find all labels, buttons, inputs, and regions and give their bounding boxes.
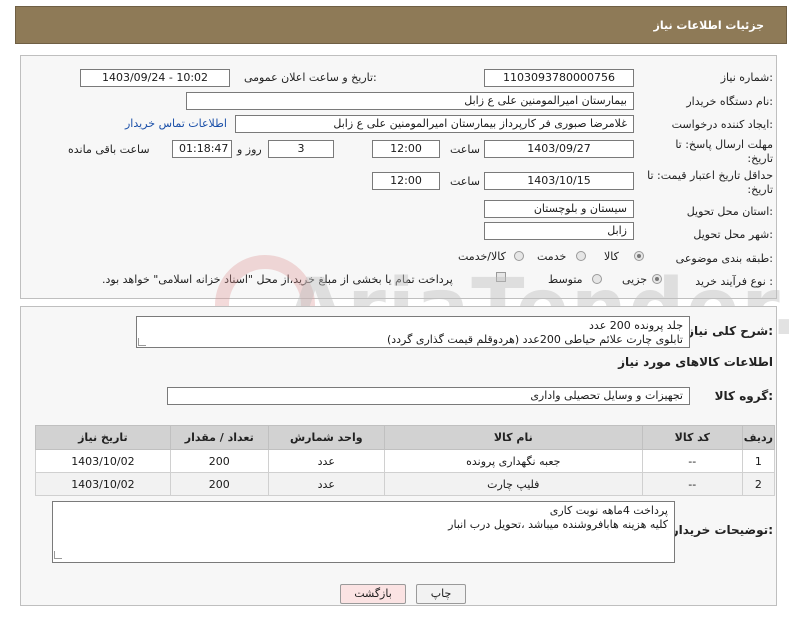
- announce-datetime-field: 1403/09/24 - 10:02: [80, 69, 230, 87]
- col-date-header: تاریخ نیاز: [35, 425, 171, 450]
- reply-deadline-time-field: 12:00: [372, 140, 440, 158]
- buyer-notes-textarea[interactable]: پرداخت 4ماهه نوبت کاری کلیه هزینه هابافر…: [52, 501, 675, 563]
- requester-field: غلامرضا صبوری فر کارپرداز بیمارستان امیر…: [235, 115, 634, 133]
- category-goods-service-label: کالا/خدمت: [458, 250, 506, 263]
- item-code: --: [641, 472, 743, 496]
- treasury-payment-checkbox[interactable]: [496, 272, 506, 282]
- goods-group-field: تجهیزات و وسایل تحصیلی واداری: [167, 387, 690, 405]
- reply-deadline-date-field: 1403/09/27: [484, 140, 634, 158]
- page-title: جزئیات اطلاعات نیاز: [653, 19, 765, 32]
- page-header: جزئیات اطلاعات نیاز: [15, 6, 787, 44]
- buyer-org-field: بیمارستان امیرالمومنین علی ع زابل: [186, 92, 634, 110]
- item-need-date: 1403/10/02: [35, 449, 171, 473]
- item-unit: عدد: [267, 472, 385, 496]
- goods-table: ردیف کد کالا نام کالا واحد شمارش تعداد /…: [35, 425, 776, 496]
- price-validity-date-field: 1403/10/15: [484, 172, 634, 190]
- purchase-medium-radio[interactable]: [592, 274, 602, 284]
- remaining-time-field: 01:18:47: [172, 140, 232, 158]
- item-name: فلیپ چارت: [383, 472, 643, 496]
- row-number: 2: [741, 472, 776, 496]
- item-unit: عدد: [267, 449, 385, 473]
- buyer-org-label: نام دستگاه خریدار:: [686, 95, 773, 108]
- row-number: 1: [741, 449, 776, 473]
- need-number-field: 1103093780000756: [484, 69, 634, 87]
- print-button[interactable]: چاپ: [416, 584, 466, 604]
- announce-datetime-label: تاریخ و ساعت اعلان عمومی:: [244, 71, 377, 84]
- item-code: --: [641, 449, 743, 473]
- category-goods-radio[interactable]: [634, 251, 644, 261]
- remaining-time-label: ساعت باقی مانده: [68, 143, 150, 156]
- category-service-radio[interactable]: [576, 251, 586, 261]
- reply-deadline-label: مهلت ارسال پاسخ: تا تاریخ:: [675, 138, 773, 165]
- buyer-notes-resize-handle[interactable]: [54, 551, 62, 559]
- purchase-partial-radio[interactable]: [652, 274, 662, 284]
- buyer-contact-link[interactable]: اطلاعات تماس خریدار: [125, 117, 227, 130]
- description-resize-handle[interactable]: [138, 338, 146, 346]
- treasury-payment-note: پرداخت تمام یا بخشی از مبلغ خرید،از محل …: [102, 273, 453, 286]
- back-button[interactable]: بازگشت: [340, 584, 406, 604]
- col-name-header: نام کالا: [383, 425, 643, 450]
- buyer-notes-label: توضیحات خریدار:: [671, 523, 773, 537]
- col-qty-header: تعداد / مقدار: [169, 425, 269, 450]
- goods-info-title: اطلاعات کالاهای مورد نیاز: [618, 355, 773, 369]
- item-need-date: 1403/10/02: [35, 472, 171, 496]
- category-service-label: خدمت: [537, 250, 567, 263]
- goods-table-header: ردیف کد کالا نام کالا واحد شمارش تعداد /…: [35, 425, 776, 450]
- description-textarea[interactable]: جلد پرونده 200 عدد تابلوی چارت علائم حیا…: [136, 316, 690, 348]
- price-validity-time-label: ساعت: [450, 175, 480, 188]
- table-row: 2 -- فلیپ چارت عدد 200 1403/10/02: [35, 472, 776, 496]
- price-validity-label: حداقل تاریخ اعتبار قیمت: تا تاریخ:: [647, 169, 773, 196]
- need-number-label: شماره نیاز:: [720, 71, 773, 84]
- col-row-header: ردیف: [741, 425, 776, 450]
- reply-days-field: 3: [268, 140, 334, 158]
- price-validity-time-field: 12:00: [372, 172, 440, 190]
- province-field: سیستان و بلوچستان: [484, 200, 634, 218]
- category-goods-service-radio[interactable]: [514, 251, 524, 261]
- col-unit-header: واحد شمارش: [267, 425, 385, 450]
- table-row: 1 -- جعبه نگهداری پرونده عدد 200 1403/10…: [35, 449, 776, 473]
- city-label: شهر محل تحویل:: [693, 228, 773, 241]
- category-goods-label: کالا: [604, 250, 619, 263]
- item-quantity: 200: [169, 449, 269, 473]
- requester-label: ایجاد کننده درخواست:: [671, 118, 773, 131]
- category-label: طبقه بندی موضوعی:: [675, 252, 773, 265]
- col-code-header: کد کالا: [641, 425, 743, 450]
- city-field: زابل: [484, 222, 634, 240]
- description-label: شرح کلی نیاز:: [687, 324, 773, 338]
- item-name: جعبه نگهداری پرونده: [383, 449, 643, 473]
- province-label: استان محل تحویل:: [686, 205, 773, 218]
- purchase-type-label: نوع فرآیند خرید :: [695, 275, 773, 288]
- reply-deadline-time-label: ساعت: [450, 143, 480, 156]
- purchase-partial-label: جزیی: [622, 273, 648, 286]
- reply-days-label: روز و: [237, 143, 262, 156]
- item-quantity: 200: [169, 472, 269, 496]
- purchase-medium-label: متوسط: [548, 273, 583, 286]
- goods-group-label: گروه کالا:: [714, 389, 773, 403]
